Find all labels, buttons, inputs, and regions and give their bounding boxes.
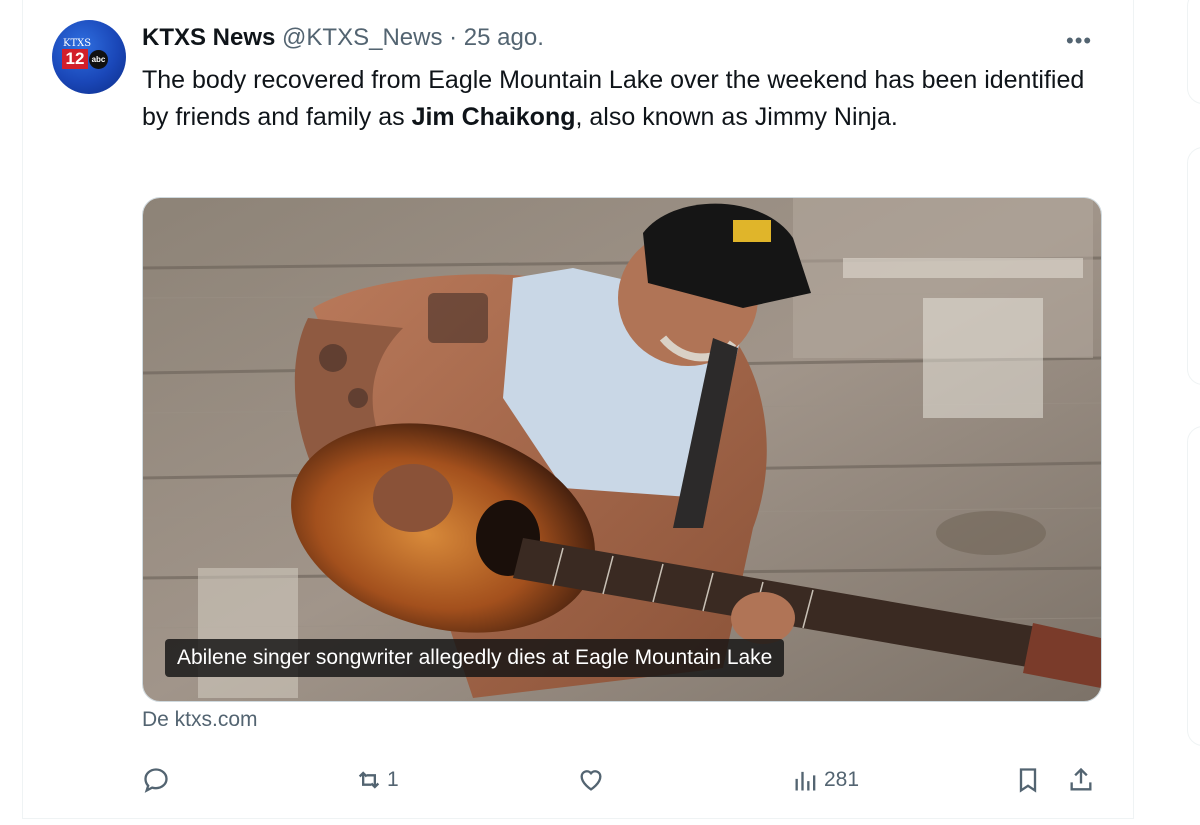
guitar-player-photo — [143, 198, 1101, 701]
more-horizontal-icon[interactable]: ••• — [1066, 28, 1092, 54]
retweet-count: 1 — [387, 768, 399, 791]
bookmark-button[interactable] — [1014, 758, 1042, 802]
media-caption: Abilene singer songwriter allegedly dies… — [165, 639, 785, 677]
like-button[interactable] — [577, 758, 609, 802]
tweet-header: KTXS News @KTXS_News · 25 ago. — [142, 24, 544, 52]
views-icon — [795, 771, 816, 791]
heart-icon — [580, 770, 602, 791]
author-handle[interactable]: @KTXS_News — [282, 24, 442, 51]
tweet-text-part2: , also known as Jimmy Ninja. — [575, 103, 898, 131]
tweet-text: The body recovered from Eagle Mountain L… — [142, 62, 1102, 136]
bookmark-icon — [1019, 768, 1037, 793]
reply-button[interactable] — [142, 758, 174, 802]
views-button[interactable]: 281 — [792, 758, 859, 802]
avatar-network: abc — [89, 50, 108, 69]
share-button[interactable] — [1067, 758, 1095, 802]
tweet-text-bold: Jim Chaikong — [411, 103, 576, 131]
tweet-media[interactable]: Abilene singer songwriter allegedly dies… — [142, 197, 1102, 702]
retweet-icon — [358, 771, 380, 789]
author-name[interactable]: KTXS News — [142, 24, 275, 51]
source-link[interactable]: De ktxs.com — [142, 708, 258, 732]
author-avatar[interactable]: KTXS 12 abc — [52, 20, 126, 94]
separator-dot: · — [442, 24, 464, 51]
avatar-callsign: KTXS — [63, 38, 92, 49]
tweet-time[interactable]: 25 ago. — [464, 24, 544, 51]
avatar-channel: 12 — [62, 49, 88, 69]
sidebar-card-2 — [1187, 147, 1200, 385]
views-count: 281 — [824, 768, 860, 791]
retweet-button[interactable]: 1 — [355, 758, 399, 802]
sidebar-card-3 — [1187, 426, 1200, 746]
reply-icon — [144, 768, 168, 793]
tweet-actions: 1 281 — [142, 758, 1102, 802]
share-icon — [1070, 767, 1092, 791]
sidebar-card-1 — [1187, 0, 1200, 104]
